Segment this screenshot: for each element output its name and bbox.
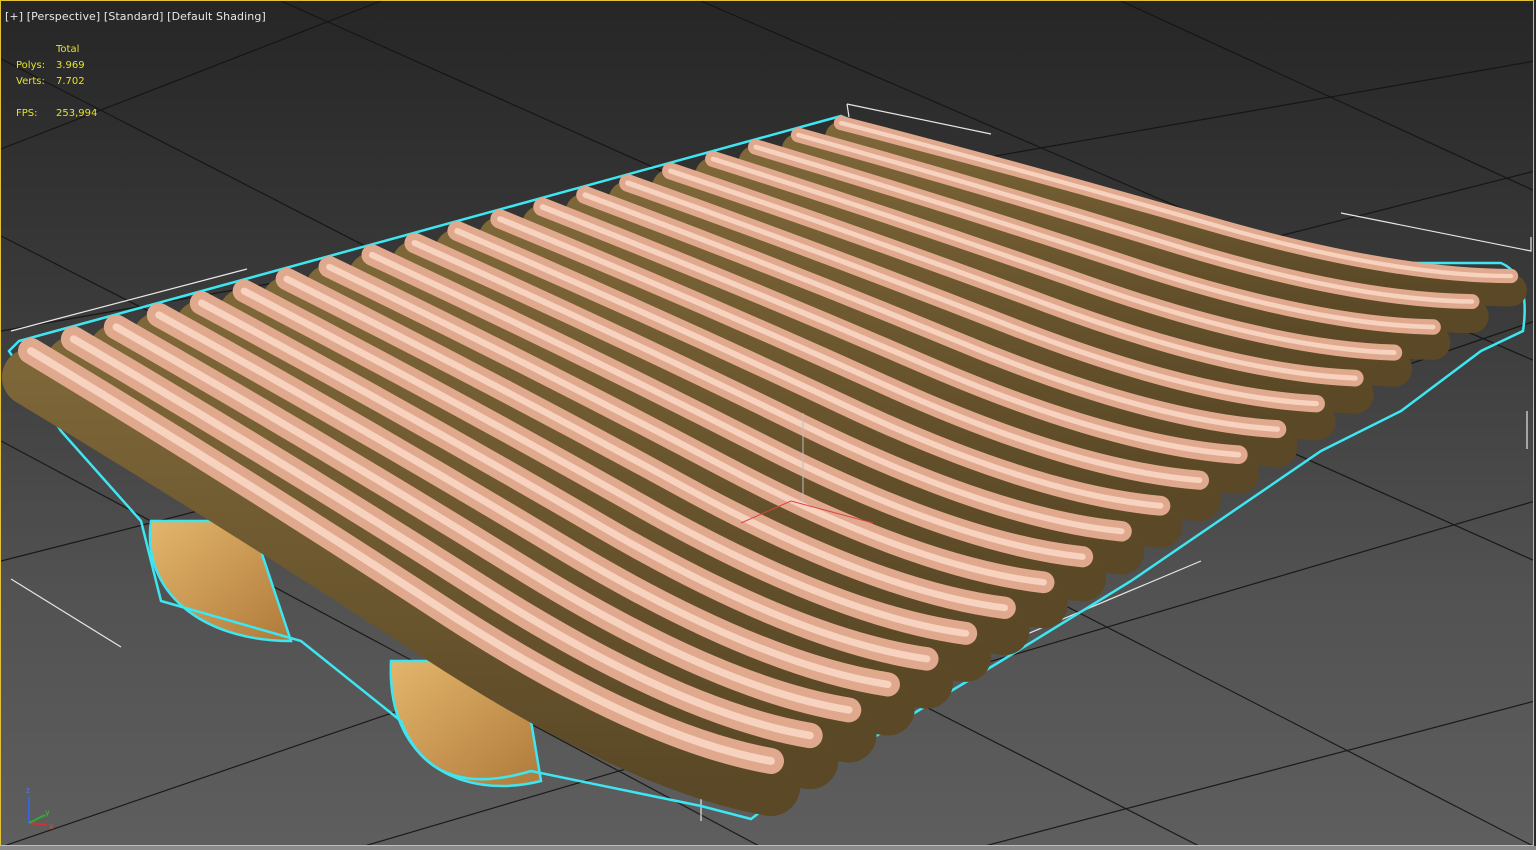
lounger-slats — [2, 114, 1527, 821]
viewport-statistics: Total Polys: 3.969 Verts: 7.702 FPS: 253… — [16, 42, 97, 122]
stats-verts-row: Verts: 7.702 — [16, 74, 97, 90]
axis-x-label: x — [49, 822, 54, 831]
viewport-scene[interactable]: z x y — [1, 1, 1534, 846]
viewport-view-menu[interactable]: [Perspective] — [27, 10, 101, 23]
stats-polys-row: Polys: 3.969 — [16, 58, 97, 74]
stats-fps-row: FPS: 253,994 — [16, 106, 97, 122]
verts-value: 7.702 — [56, 76, 85, 87]
fps-value: 253,994 — [56, 108, 98, 119]
stats-total-header: Total — [56, 44, 80, 55]
axis-y-label: y — [45, 808, 50, 817]
fps-label: FPS: — [16, 108, 38, 119]
verts-label: Verts: — [16, 76, 45, 87]
polys-label: Polys: — [16, 60, 46, 71]
axis-z-label: z — [26, 786, 30, 795]
perspective-viewport[interactable]: z x y [+] [Perspective] [Standard] [Defa… — [0, 0, 1534, 846]
viewport-label-menu[interactable]: [+] [Perspective] [Standard] [Default Sh… — [5, 10, 266, 23]
viewport-plus-menu[interactable]: [+] — [5, 10, 23, 23]
polys-value: 3.969 — [56, 60, 85, 71]
stats-header-row: Total — [16, 42, 97, 58]
viewport-shading-menu[interactable]: [Default Shading] — [167, 10, 266, 23]
viewport-bottom-edge — [0, 846, 1536, 850]
viewport-preset-menu[interactable]: [Standard] — [104, 10, 164, 23]
axis-tripod: z x y — [26, 786, 54, 831]
